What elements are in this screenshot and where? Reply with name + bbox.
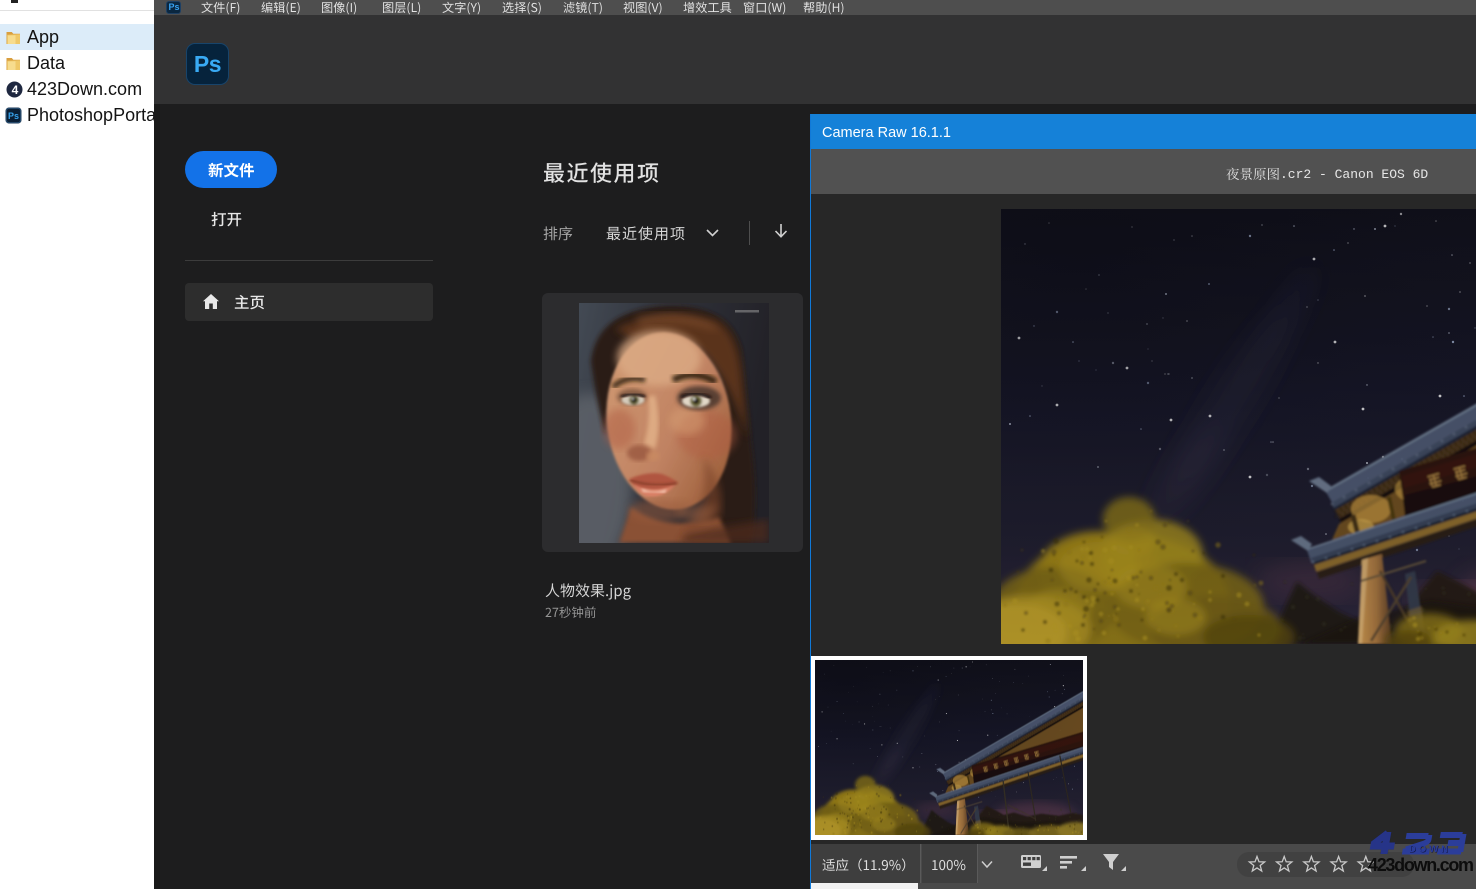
svg-text:4: 4 (12, 83, 19, 97)
svg-text:Ps: Ps (8, 111, 19, 121)
